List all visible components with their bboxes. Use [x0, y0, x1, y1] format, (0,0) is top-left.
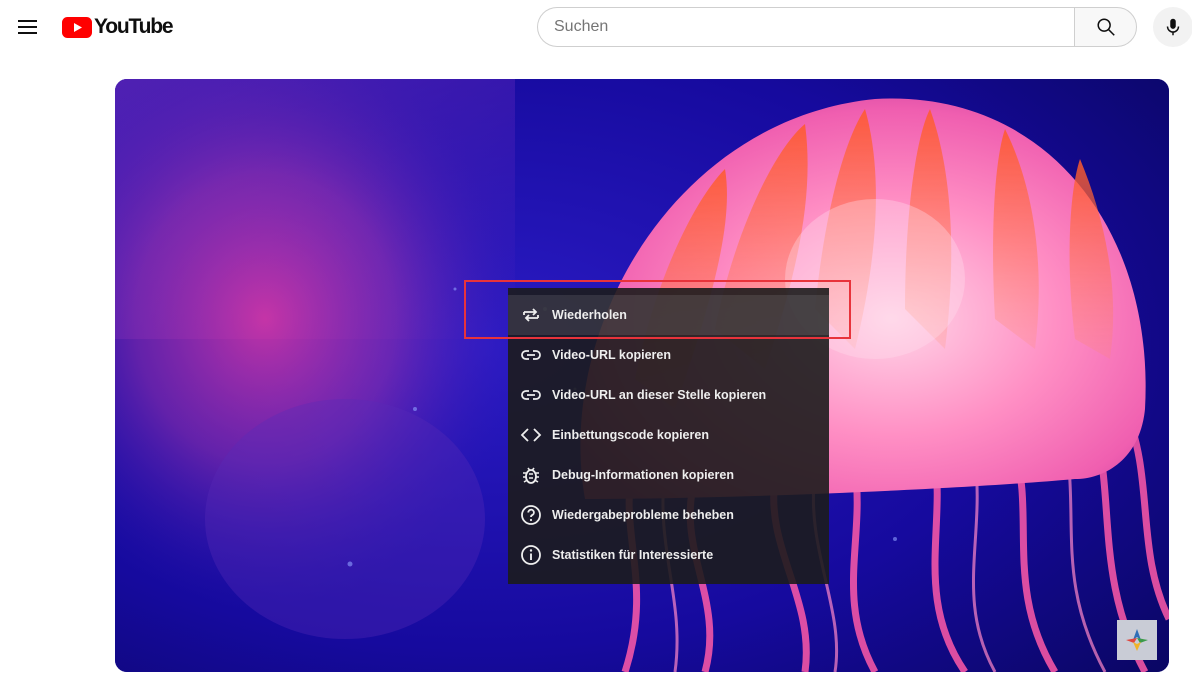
voice-search-button[interactable]: [1153, 7, 1192, 47]
loop-icon: [523, 308, 539, 322]
search-button[interactable]: [1074, 7, 1137, 47]
youtube-play-logo-icon: [62, 16, 92, 38]
info-icon: [521, 545, 541, 565]
channel-watermark[interactable]: [1117, 620, 1157, 660]
menu-item-copy-debug-info[interactable]: Debug-Informationen kopieren: [508, 455, 829, 495]
top-bar: YouTube: [0, 0, 1192, 56]
menu-item-label: Einbettungscode kopieren: [552, 428, 709, 442]
menu-item-troubleshoot-playback[interactable]: Wiedergabeprobleme beheben: [508, 495, 829, 535]
menu-item-label: Debug-Informationen kopieren: [552, 468, 734, 482]
menu-item-copy-video-url-at-time[interactable]: Video-URL an dieser Stelle kopieren: [508, 375, 829, 415]
youtube-logo[interactable]: YouTube: [62, 14, 174, 40]
help-icon: [521, 505, 541, 525]
link-icon: [521, 350, 541, 360]
menu-item-copy-video-url[interactable]: Video-URL kopieren: [508, 335, 829, 375]
microphone-icon: [1166, 18, 1180, 36]
channel-logo-icon: [1126, 629, 1148, 651]
menu-item-label: Wiederholen: [552, 308, 627, 322]
link-icon: [521, 390, 541, 400]
menu-item-label: Statistiken für Interessierte: [552, 548, 714, 562]
search-input[interactable]: [537, 7, 1074, 47]
search-icon: [1096, 18, 1115, 36]
hamburger-menu-icon[interactable]: [15, 14, 41, 40]
menu-item-label: Video-URL an dieser Stelle kopieren: [552, 388, 767, 402]
menu-item-loop[interactable]: Wiederholen: [508, 295, 829, 335]
search-bar: [537, 7, 1137, 47]
menu-item-label: Wiedergabeprobleme beheben: [552, 508, 734, 522]
menu-item-label: Video-URL kopieren: [552, 348, 672, 362]
menu-item-stats-for-nerds[interactable]: Statistiken für Interessierte: [508, 535, 829, 575]
menu-item-copy-embed-code[interactable]: Einbettungscode kopieren: [508, 415, 829, 455]
debug-bug-icon: [523, 467, 539, 484]
logo-text: YouTube: [94, 15, 174, 38]
embed-code-icon: [520, 428, 542, 442]
player-context-menu: Wiederholen Video-URL kopieren Video-URL…: [508, 288, 829, 584]
